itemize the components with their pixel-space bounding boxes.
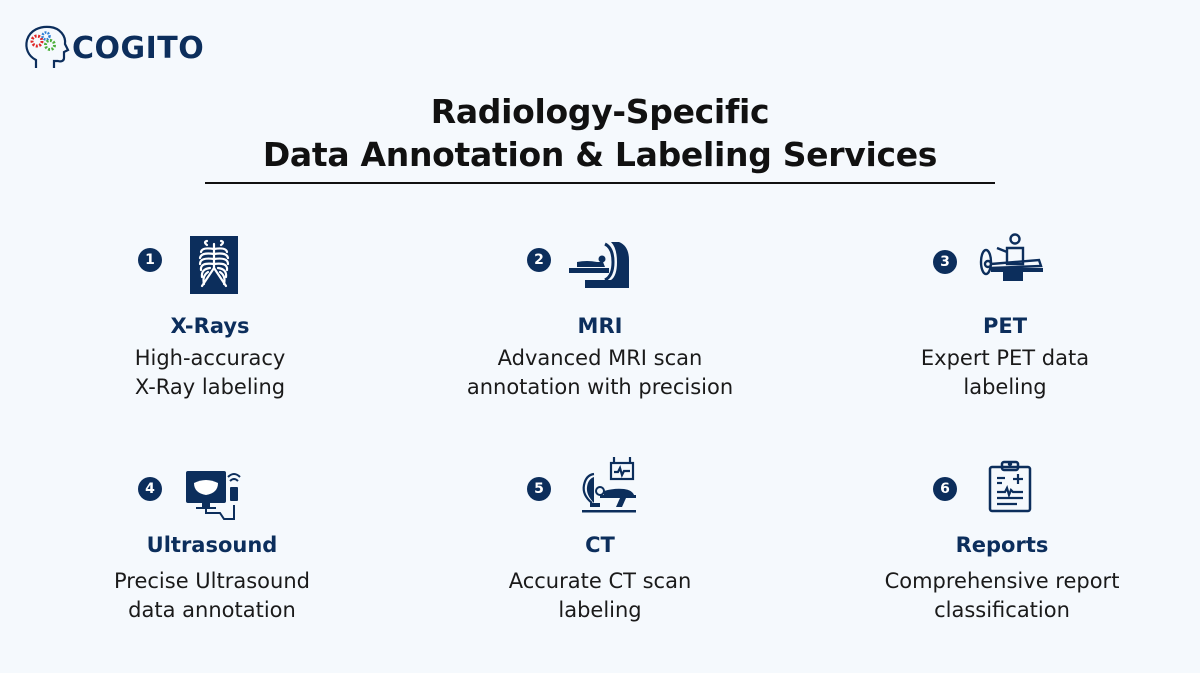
service-title: Reports [955,533,1049,557]
description-line: annotation with precision [466,375,734,399]
number-badge: 3 [933,250,957,274]
description-line: Expert PET data [920,346,1090,370]
description-line: X-Ray labeling [134,375,286,399]
service-description: High-accuracy X-Ray labeling [10,344,410,402]
number-badge: 1 [138,248,162,272]
service-card-ct: 5 CT Accurate CT scan labeling [400,455,800,635]
service-card-mri: 2 MRI Advanced MRI scan annotation with … [400,230,800,410]
number-badge: 5 [527,477,551,501]
description-line: Precise Ultrasound [114,569,310,593]
brain-gears-icon [25,25,70,68]
title-divider [205,182,995,184]
cogito-logo: COGITO [22,24,204,72]
description-line: Accurate CT scan [508,569,692,593]
page-title: Radiology-Specific Data Annotation & Lab… [0,90,1200,176]
number-badge: 2 [527,248,551,272]
service-description: Comprehensive report classification [802,567,1200,625]
service-title: Ultrasound [146,533,278,557]
number-badge: 4 [138,477,162,501]
description-line: classification [934,598,1070,622]
service-card-xrays: 1 X-Rays High-accuracy X-Ray labeling [10,230,410,410]
pet-scanner-icon [979,233,1043,281]
xray-ribcage-icon [190,236,238,294]
description-line: data annotation [128,598,296,622]
service-title: X-Rays [170,314,250,338]
ultrasound-monitor-icon [186,471,241,520]
service-description: Expert PET data labeling [805,344,1200,402]
number-badge: 6 [933,477,957,501]
service-description: Advanced MRI scan annotation with precis… [400,344,800,402]
service-card-pet: 3 PET Expert PET data labeling [805,230,1200,410]
service-title: PET [982,314,1028,338]
brand-name: COGITO [72,30,205,66]
description-line: labeling [963,375,1047,399]
service-title: MRI [577,314,623,338]
service-title: CT [585,533,615,557]
service-description: Accurate CT scan labeling [400,567,800,625]
service-card-reports: 6 Reports Comprehensive report classific… [802,455,1200,635]
description-line: High-accuracy [134,346,286,370]
description-line: Advanced MRI scan [497,346,703,370]
mri-scanner-icon [569,242,629,288]
description-line: Comprehensive report [884,569,1120,593]
description-line: labeling [558,598,642,622]
title-line-2: Data Annotation & Labeling Services [262,135,938,174]
service-description: Precise Ultrasound data annotation [12,567,412,625]
service-card-ultrasound: 4 Ultrasound Precise Ultrasound data ann… [12,455,412,635]
ct-scanner-icon [582,457,636,513]
clipboard-report-icon [988,460,1032,513]
title-line-1: Radiology-Specific [430,92,770,131]
